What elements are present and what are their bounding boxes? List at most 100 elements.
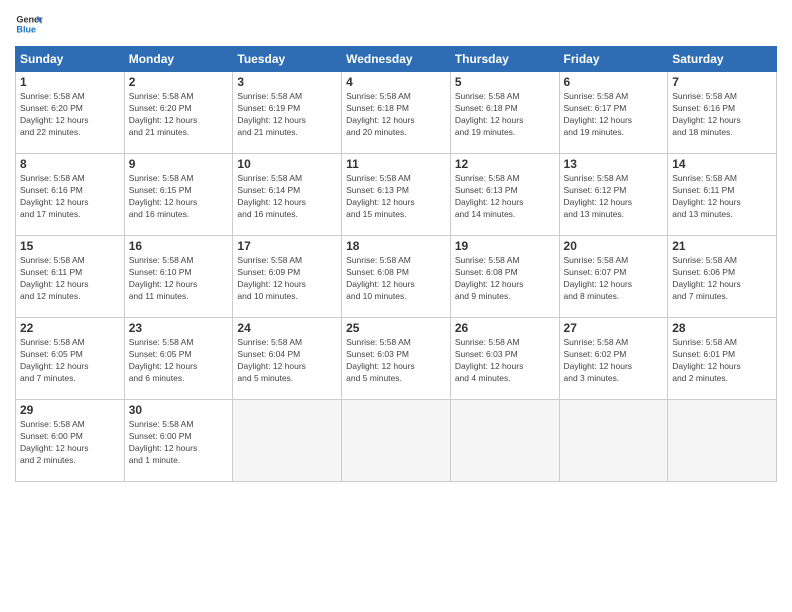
day-number: 24 [237, 321, 337, 335]
table-row: 20 Sunrise: 5:58 AM Sunset: 6:07 PM Dayli… [559, 236, 668, 318]
day-info: Sunrise: 5:58 AM Sunset: 6:16 PM Dayligh… [672, 91, 772, 139]
day-number: 9 [129, 157, 229, 171]
day-info: Sunrise: 5:58 AM Sunset: 6:02 PM Dayligh… [564, 337, 664, 385]
day-info: Sunrise: 5:58 AM Sunset: 6:14 PM Dayligh… [237, 173, 337, 221]
table-row: 25 Sunrise: 5:58 AM Sunset: 6:03 PM Dayli… [342, 318, 451, 400]
day-info: Sunrise: 5:58 AM Sunset: 6:03 PM Dayligh… [346, 337, 446, 385]
table-row: 24 Sunrise: 5:58 AM Sunset: 6:04 PM Dayli… [233, 318, 342, 400]
table-row: 4 Sunrise: 5:58 AM Sunset: 6:18 PM Daylig… [342, 72, 451, 154]
col-thursday: Thursday [450, 47, 559, 72]
day-number: 2 [129, 75, 229, 89]
day-number: 17 [237, 239, 337, 253]
table-row [559, 400, 668, 482]
table-row: 27 Sunrise: 5:58 AM Sunset: 6:02 PM Dayli… [559, 318, 668, 400]
day-info: Sunrise: 5:58 AM Sunset: 6:07 PM Dayligh… [564, 255, 664, 303]
table-row: 12Sunrise: 5:58 AM Sunset: 6:13 PM Dayli… [450, 154, 559, 236]
day-number: 4 [346, 75, 446, 89]
day-info: Sunrise: 5:58 AM Sunset: 6:04 PM Dayligh… [237, 337, 337, 385]
day-number: 21 [672, 239, 772, 253]
col-monday: Monday [124, 47, 233, 72]
day-info: Sunrise: 5:58 AM Sunset: 6:16 PM Dayligh… [20, 173, 120, 221]
day-number: 1 [20, 75, 120, 89]
day-info: Sunrise: 5:58 AM Sunset: 6:05 PM Dayligh… [20, 337, 120, 385]
table-row: 15 Sunrise: 5:58 AM Sunset: 6:11 PM Dayli… [16, 236, 125, 318]
day-number: 7 [672, 75, 772, 89]
day-info: Sunrise: 5:58 AM Sunset: 6:13 PM Dayligh… [346, 173, 446, 221]
logo: General Blue [15, 10, 43, 38]
day-info: Sunrise: 5:58 AM Sunset: 6:00 PM Dayligh… [129, 419, 229, 467]
day-info: Sunrise: 5:58 AM Sunset: 6:08 PM Dayligh… [346, 255, 446, 303]
day-number: 29 [20, 403, 120, 417]
day-number: 23 [129, 321, 229, 335]
table-row: 8 Sunrise: 5:58 AM Sunset: 6:16 PM Daylig… [16, 154, 125, 236]
table-row: 17Sunrise: 5:58 AM Sunset: 6:09 PM Dayli… [233, 236, 342, 318]
table-row: 9 Sunrise: 5:58 AM Sunset: 6:15 PM Daylig… [124, 154, 233, 236]
col-sunday: Sunday [16, 47, 125, 72]
table-row: 26 Sunrise: 5:58 AM Sunset: 6:03 PM Dayli… [450, 318, 559, 400]
day-info: Sunrise: 5:58 AM Sunset: 6:10 PM Dayligh… [129, 255, 229, 303]
table-row: 13 Sunrise: 5:58 AM Sunset: 6:12 PM Dayli… [559, 154, 668, 236]
svg-text:Blue: Blue [16, 24, 36, 34]
day-info: Sunrise: 5:58 AM Sunset: 6:15 PM Dayligh… [129, 173, 229, 221]
table-row: 22 Sunrise: 5:58 AM Sunset: 6:05 PM Dayli… [16, 318, 125, 400]
day-number: 6 [564, 75, 664, 89]
day-info: Sunrise: 5:58 AM Sunset: 6:18 PM Dayligh… [455, 91, 555, 139]
calendar-week-5: 29 Sunrise: 5:58 AM Sunset: 6:00 PM Dayli… [16, 400, 777, 482]
day-info: Sunrise: 5:58 AM Sunset: 6:11 PM Dayligh… [672, 173, 772, 221]
calendar-header-row: Sunday Monday Tuesday Wednesday Thursday… [16, 47, 777, 72]
table-row: 21 Sunrise: 5:58 AM Sunset: 6:06 PM Dayli… [668, 236, 777, 318]
day-info: Sunrise: 5:58 AM Sunset: 6:17 PM Dayligh… [564, 91, 664, 139]
table-row: 14Sunrise: 5:58 AM Sunset: 6:11 PM Dayli… [668, 154, 777, 236]
day-number: 10 [237, 157, 337, 171]
calendar-week-3: 15 Sunrise: 5:58 AM Sunset: 6:11 PM Dayli… [16, 236, 777, 318]
table-row: 5 Sunrise: 5:58 AM Sunset: 6:18 PM Daylig… [450, 72, 559, 154]
day-info: Sunrise: 5:58 AM Sunset: 6:12 PM Dayligh… [564, 173, 664, 221]
table-row: 28Sunrise: 5:58 AM Sunset: 6:01 PM Dayli… [668, 318, 777, 400]
day-number: 26 [455, 321, 555, 335]
table-row [233, 400, 342, 482]
day-info: Sunrise: 5:58 AM Sunset: 6:19 PM Dayligh… [237, 91, 337, 139]
day-number: 22 [20, 321, 120, 335]
day-number: 30 [129, 403, 229, 417]
day-number: 25 [346, 321, 446, 335]
table-row: 10 Sunrise: 5:58 AM Sunset: 6:14 PM Dayli… [233, 154, 342, 236]
table-row: 7 Sunrise: 5:58 AM Sunset: 6:16 PM Daylig… [668, 72, 777, 154]
main-container: General Blue Sunday Monday Tuesday Wedne… [0, 0, 792, 492]
day-number: 5 [455, 75, 555, 89]
day-info: Sunrise: 5:58 AM Sunset: 6:06 PM Dayligh… [672, 255, 772, 303]
day-number: 15 [20, 239, 120, 253]
col-friday: Friday [559, 47, 668, 72]
day-info: Sunrise: 5:58 AM Sunset: 6:18 PM Dayligh… [346, 91, 446, 139]
day-info: Sunrise: 5:58 AM Sunset: 6:20 PM Dayligh… [129, 91, 229, 139]
table-row [668, 400, 777, 482]
day-info: Sunrise: 5:58 AM Sunset: 6:08 PM Dayligh… [455, 255, 555, 303]
day-number: 11 [346, 157, 446, 171]
day-info: Sunrise: 5:58 AM Sunset: 6:11 PM Dayligh… [20, 255, 120, 303]
day-info: Sunrise: 5:58 AM Sunset: 6:05 PM Dayligh… [129, 337, 229, 385]
table-row: 3Sunrise: 5:58 AM Sunset: 6:19 PM Daylig… [233, 72, 342, 154]
day-number: 20 [564, 239, 664, 253]
day-number: 13 [564, 157, 664, 171]
table-row: 6 Sunrise: 5:58 AM Sunset: 6:17 PM Daylig… [559, 72, 668, 154]
day-number: 8 [20, 157, 120, 171]
table-row: 29 Sunrise: 5:58 AM Sunset: 6:00 PM Dayli… [16, 400, 125, 482]
table-row: 11 Sunrise: 5:58 AM Sunset: 6:13 PM Dayli… [342, 154, 451, 236]
day-number: 18 [346, 239, 446, 253]
table-row: 1Sunrise: 5:58 AM Sunset: 6:20 PM Daylig… [16, 72, 125, 154]
calendar-table: Sunday Monday Tuesday Wednesday Thursday… [15, 46, 777, 482]
day-info: Sunrise: 5:58 AM Sunset: 6:13 PM Dayligh… [455, 173, 555, 221]
col-saturday: Saturday [668, 47, 777, 72]
day-number: 27 [564, 321, 664, 335]
table-row: 30 Sunrise: 5:58 AM Sunset: 6:00 PM Dayli… [124, 400, 233, 482]
day-number: 19 [455, 239, 555, 253]
table-row [342, 400, 451, 482]
day-info: Sunrise: 5:58 AM Sunset: 6:03 PM Dayligh… [455, 337, 555, 385]
day-number: 16 [129, 239, 229, 253]
header: General Blue [15, 10, 777, 38]
day-info: Sunrise: 5:58 AM Sunset: 6:00 PM Dayligh… [20, 419, 120, 467]
table-row: 16 Sunrise: 5:58 AM Sunset: 6:10 PM Dayli… [124, 236, 233, 318]
col-wednesday: Wednesday [342, 47, 451, 72]
table-row: 19 Sunrise: 5:58 AM Sunset: 6:08 PM Dayli… [450, 236, 559, 318]
calendar-week-2: 8 Sunrise: 5:58 AM Sunset: 6:16 PM Daylig… [16, 154, 777, 236]
calendar-week-4: 22 Sunrise: 5:58 AM Sunset: 6:05 PM Dayli… [16, 318, 777, 400]
